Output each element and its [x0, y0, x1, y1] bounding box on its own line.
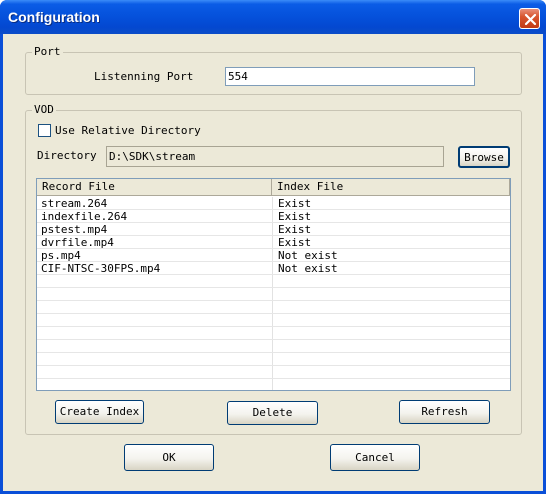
directory-label: Directory	[37, 149, 97, 162]
list-row[interactable]: indexfile.264 Exist	[37, 210, 510, 223]
list-header: Record File Index File	[37, 179, 510, 196]
list-row[interactable]: pstest.mp4 Exist	[37, 223, 510, 236]
record-file-list[interactable]: Record File Index File stream.264 Exist …	[36, 178, 511, 391]
browse-button-label: Browse	[464, 151, 504, 164]
empty-list-row	[37, 379, 510, 390]
record-file-cell: dvrfile.mp4	[41, 236, 114, 249]
empty-list-row	[37, 353, 510, 366]
use-relative-directory-checkbox[interactable]	[38, 124, 51, 137]
empty-list-row	[37, 275, 510, 288]
window-title: Configuration	[8, 9, 100, 25]
empty-list-row	[37, 301, 510, 314]
empty-list-row	[37, 366, 510, 379]
close-icon	[524, 13, 537, 26]
index-file-cell: Exist	[278, 197, 312, 210]
empty-list-row	[37, 327, 510, 340]
browse-button[interactable]: Browse	[458, 146, 510, 168]
listening-port-label: Listenning Port	[94, 70, 194, 83]
cancel-button[interactable]: Cancel	[330, 444, 420, 471]
list-row[interactable]: dvrfile.mp4 Exist	[37, 236, 510, 249]
index-file-cell: Not exist	[278, 262, 338, 275]
title-bar[interactable]: Configuration	[0, 0, 546, 34]
index-file-cell: Exist	[278, 210, 312, 223]
list-row[interactable]: ps.mp4 Not exist	[37, 249, 510, 262]
empty-list-row	[37, 288, 510, 301]
index-file-cell: Exist	[278, 223, 312, 236]
use-relative-directory-label: Use Relative Directory	[55, 124, 201, 137]
record-file-cell: ps.mp4	[41, 249, 81, 262]
record-file-cell: CIF-NTSC-30FPS.mp4	[41, 262, 161, 275]
listening-port-input[interactable]: 554	[225, 67, 475, 86]
column-header-record-file[interactable]: Record File	[37, 179, 272, 196]
configuration-window: Configuration Port Listenning Port 554 V…	[0, 0, 546, 494]
record-file-cell: indexfile.264	[41, 210, 128, 223]
create-index-button-label: Create Index	[59, 405, 140, 418]
create-index-button[interactable]: Create Index	[55, 400, 144, 424]
cancel-button-label: Cancel	[355, 451, 395, 464]
refresh-button-label: Refresh	[421, 405, 468, 418]
ok-button[interactable]: OK	[124, 444, 214, 471]
list-rows: stream.264 Exist indexfile.264 Exist pst…	[37, 197, 510, 390]
index-file-cell: Not exist	[278, 249, 338, 262]
list-row[interactable]: CIF-NTSC-30FPS.mp4 Not exist	[37, 262, 510, 275]
empty-list-row	[37, 314, 510, 327]
delete-button[interactable]: Delete	[227, 401, 318, 425]
list-row[interactable]: stream.264 Exist	[37, 197, 510, 210]
refresh-button[interactable]: Refresh	[399, 400, 490, 424]
record-file-cell: stream.264	[41, 197, 108, 210]
ok-button-label: OK	[162, 451, 176, 464]
empty-list-row	[37, 340, 510, 353]
column-header-index-file[interactable]: Index File	[272, 179, 510, 196]
record-file-cell: pstest.mp4	[41, 223, 108, 236]
port-group-label: Port	[32, 45, 63, 58]
close-button[interactable]	[519, 8, 540, 29]
vod-group-label: VOD	[32, 103, 56, 116]
delete-button-label: Delete	[252, 406, 293, 419]
dialog-client-area: Port Listenning Port 554 VOD Use Relativ…	[3, 34, 543, 491]
index-file-cell: Exist	[278, 236, 312, 249]
directory-field[interactable]: D:\SDK\stream	[106, 146, 444, 167]
